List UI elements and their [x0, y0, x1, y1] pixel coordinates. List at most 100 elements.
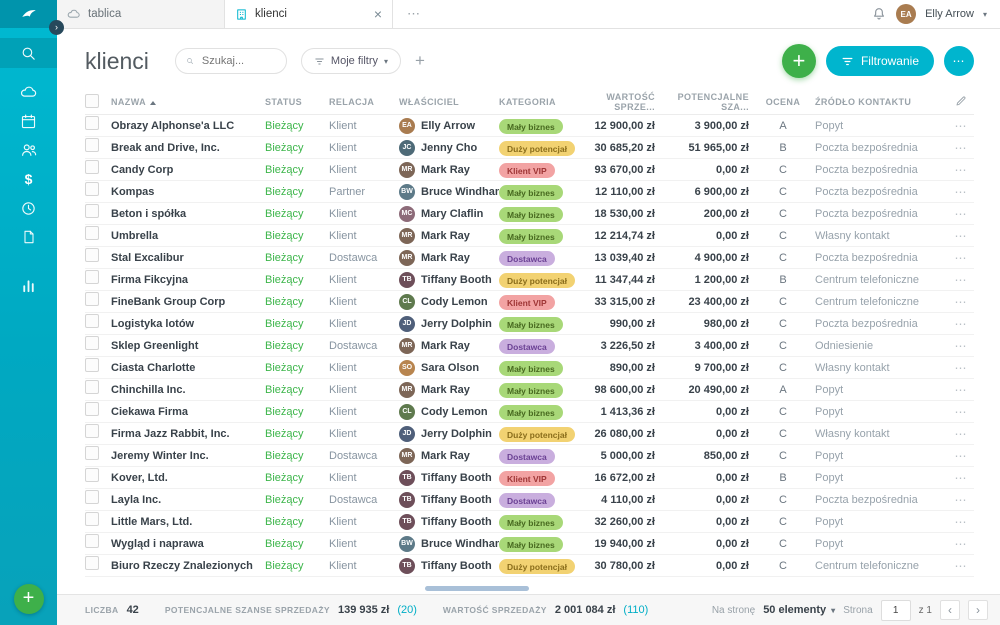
client-name[interactable]: Chinchilla Inc.: [111, 384, 265, 396]
column-header-status[interactable]: STATUS: [265, 97, 329, 107]
row-checkbox[interactable]: [85, 248, 99, 262]
sidebar-item-sales[interactable]: $: [16, 170, 42, 188]
edit-columns-button[interactable]: [948, 95, 974, 109]
row-menu-button[interactable]: ⋯: [948, 229, 974, 243]
client-name[interactable]: Sklep Greenlight: [111, 340, 265, 352]
tab-klienci[interactable]: klienci ×: [225, 0, 393, 28]
row-menu-button[interactable]: ⋯: [948, 141, 974, 155]
column-header-value[interactable]: WARTOŚĆ SPRZE...: [573, 92, 657, 112]
client-name[interactable]: Firma Jazz Rabbit, Inc.: [111, 428, 265, 440]
row-checkbox[interactable]: [85, 182, 99, 196]
app-logo[interactable]: [0, 0, 57, 28]
row-menu-button[interactable]: ⋯: [948, 493, 974, 507]
table-row[interactable]: Stal ExcaliburBieżącyDostawcaMRMark RayD…: [85, 247, 974, 269]
column-header-owner[interactable]: WŁAŚCICIEL: [399, 97, 499, 107]
client-name[interactable]: Ciasta Charlotte: [111, 362, 265, 374]
prev-page-button[interactable]: ‹: [940, 600, 960, 620]
sidebar-item-contacts[interactable]: [16, 141, 42, 159]
select-all-checkbox[interactable]: [85, 94, 99, 108]
row-checkbox[interactable]: [85, 336, 99, 350]
row-menu-button[interactable]: ⋯: [948, 471, 974, 485]
client-name[interactable]: Kover, Ltd.: [111, 472, 265, 484]
row-checkbox[interactable]: [85, 556, 99, 570]
row-checkbox[interactable]: [85, 490, 99, 504]
table-row[interactable]: Logistyka lotówBieżącyKlientJDJerry Dolp…: [85, 313, 974, 335]
chevron-down-icon[interactable]: ▾: [983, 10, 987, 19]
table-row[interactable]: Obrazy Alphonse'a LLCBieżącyKlientEAElly…: [85, 115, 974, 137]
row-menu-button[interactable]: ⋯: [948, 559, 974, 573]
sidebar-item-search[interactable]: [0, 38, 57, 68]
table-row[interactable]: UmbrellaBieżącyKlientMRMark RayMały bizn…: [85, 225, 974, 247]
row-checkbox[interactable]: [85, 446, 99, 460]
row-checkbox[interactable]: [85, 160, 99, 174]
add-client-button[interactable]: +: [782, 44, 816, 78]
table-row[interactable]: Kover, Ltd.BieżącyKlientTBTiffany BoothK…: [85, 467, 974, 489]
row-checkbox[interactable]: [85, 358, 99, 372]
column-header-source[interactable]: ŹRÓDŁO KONTAKTU: [815, 97, 948, 107]
page-input[interactable]: [881, 600, 911, 621]
sidebar-item-history[interactable]: [16, 199, 42, 217]
table-row[interactable]: FineBank Group CorpBieżącyKlientCLCody L…: [85, 291, 974, 313]
row-menu-button[interactable]: ⋯: [948, 185, 974, 199]
row-menu-button[interactable]: ⋯: [948, 273, 974, 287]
row-checkbox[interactable]: [85, 138, 99, 152]
table-row[interactable]: Ciasta CharlotteBieżącyKlientSOSara Olso…: [85, 357, 974, 379]
table-row[interactable]: Layla Inc.BieżącyDostawcaTBTiffany Booth…: [85, 489, 974, 511]
client-name[interactable]: Kompas: [111, 186, 265, 198]
row-menu-button[interactable]: ⋯: [948, 537, 974, 551]
table-row[interactable]: Firma FikcyjnaBieżącyKlientTBTiffany Boo…: [85, 269, 974, 291]
client-name[interactable]: Layla Inc.: [111, 494, 265, 506]
search-input[interactable]: [200, 54, 276, 68]
row-menu-button[interactable]: ⋯: [948, 295, 974, 309]
row-menu-button[interactable]: ⋯: [948, 383, 974, 397]
row-menu-button[interactable]: ⋯: [948, 251, 974, 265]
table-row[interactable]: Beton i spółkaBieżącyKlientMCMary Clafli…: [85, 203, 974, 225]
client-name[interactable]: Break and Drive, Inc.: [111, 142, 265, 154]
client-name[interactable]: Firma Fikcyjna: [111, 274, 265, 286]
table-row[interactable]: Jeremy Winter Inc.BieżącyDostawcaMRMark …: [85, 445, 974, 467]
table-row[interactable]: Chinchilla Inc.BieżącyKlientMRMark RayMa…: [85, 379, 974, 401]
client-name[interactable]: Ciekawa Firma: [111, 406, 265, 418]
table-row[interactable]: Sklep GreenlightBieżącyDostawcaMRMark Ra…: [85, 335, 974, 357]
row-checkbox[interactable]: [85, 468, 99, 482]
row-menu-button[interactable]: ⋯: [948, 427, 974, 441]
client-name[interactable]: Logistyka lotów: [111, 318, 265, 330]
row-checkbox[interactable]: [85, 512, 99, 526]
sidebar-item-reports[interactable]: [16, 276, 42, 294]
row-menu-button[interactable]: ⋯: [948, 163, 974, 177]
client-name[interactable]: Stal Excalibur: [111, 252, 265, 264]
column-header-category[interactable]: KATEGORIA: [499, 97, 573, 107]
client-name[interactable]: Beton i spółka: [111, 208, 265, 220]
user-name[interactable]: Elly Arrow: [925, 8, 974, 20]
table-row[interactable]: Firma Jazz Rabbit, Inc.BieżącyKlientJDJe…: [85, 423, 974, 445]
more-actions-button[interactable]: ⋯: [944, 46, 974, 76]
notifications-bell-icon[interactable]: [871, 6, 887, 22]
table-row[interactable]: Little Mars, Ltd.BieżącyKlientTBTiffany …: [85, 511, 974, 533]
next-page-button[interactable]: ›: [968, 600, 988, 620]
row-checkbox[interactable]: [85, 204, 99, 218]
sidebar-item-calendar[interactable]: [16, 112, 42, 130]
user-avatar[interactable]: EA: [896, 4, 916, 24]
more-tabs-button[interactable]: ⋯: [393, 0, 435, 28]
add-view-button[interactable]: +: [415, 51, 425, 71]
column-header-name[interactable]: NAZWA: [111, 97, 265, 107]
my-filters-button[interactable]: Moje filtry ▾: [301, 48, 401, 74]
table-row[interactable]: Break and Drive, Inc.BieżącyKlientJCJenn…: [85, 137, 974, 159]
client-name[interactable]: Jeremy Winter Inc.: [111, 450, 265, 462]
row-checkbox[interactable]: [85, 402, 99, 416]
column-header-potential[interactable]: POTENCJALNE SZA...: [657, 92, 751, 112]
row-menu-button[interactable]: ⋯: [948, 405, 974, 419]
client-name[interactable]: FineBank Group Corp: [111, 296, 265, 308]
row-checkbox[interactable]: [85, 534, 99, 548]
per-page-select[interactable]: 50 elementy ▾: [763, 604, 835, 616]
row-menu-button[interactable]: ⋯: [948, 207, 974, 221]
search-box[interactable]: [175, 48, 287, 74]
client-name[interactable]: Umbrella: [111, 230, 265, 242]
row-checkbox[interactable]: [85, 314, 99, 328]
sidebar-expand-button[interactable]: ›: [49, 20, 64, 35]
table-row[interactable]: Biuro Rzeczy ZnalezionychBieżącyKlientTB…: [85, 555, 974, 577]
tab-tablica[interactable]: tablica: [57, 0, 225, 28]
row-menu-button[interactable]: ⋯: [948, 339, 974, 353]
sidebar-add-button[interactable]: +: [14, 584, 44, 614]
row-checkbox[interactable]: [85, 116, 99, 130]
